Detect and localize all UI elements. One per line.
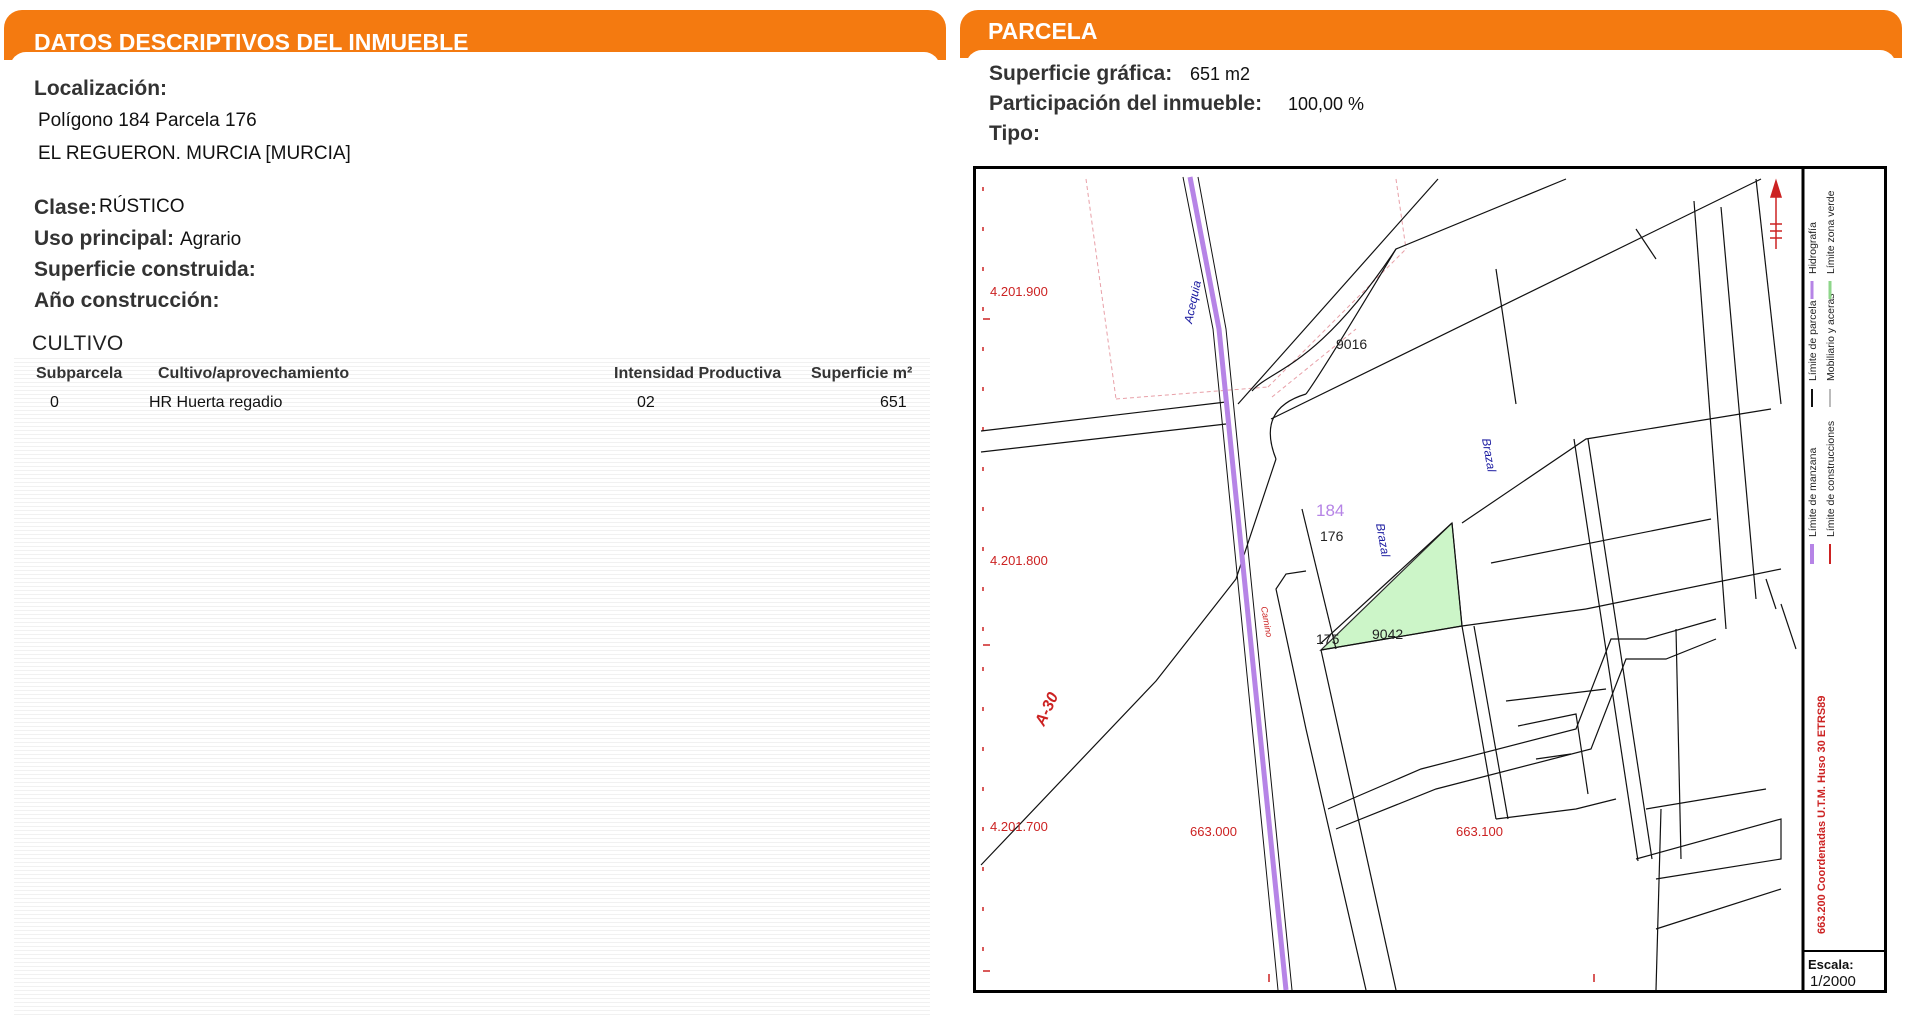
localizacion-line2: EL REGUERON. MURCIA [MURCIA]	[38, 143, 351, 164]
parcela-header: PARCELA	[960, 10, 1902, 70]
superficie-grafica-label: Superficie gráfica:	[989, 62, 1173, 85]
zone-boundary	[1085, 178, 1407, 400]
cell-cultivo: HR Huerta regadio	[149, 394, 283, 411]
localizacion-line1: Polígono 184 Parcela 176	[38, 110, 257, 131]
label-brazal-1: Brazal	[1479, 437, 1499, 473]
crs-text: 663.200 Coordenadas U.T.M. Huso 30 ETRS8…	[1816, 696, 1828, 934]
ycoord-2: 4.201.800	[990, 553, 1048, 568]
superficie-construida-label: Superficie construida:	[34, 258, 256, 281]
superficie-grafica-value: 651 m2	[1190, 64, 1251, 84]
cell-intensidad: 02	[637, 394, 655, 411]
datos-descriptivos-title: DATOS DESCRIPTIVOS DEL INMUEBLE	[34, 29, 469, 55]
x-axis-ticks	[1268, 974, 1595, 982]
ycoord-1: 4.201.900	[990, 284, 1048, 299]
participacion-label: Participación del inmueble:	[989, 92, 1263, 115]
label-brazal-2: Brazal	[1373, 522, 1393, 558]
parcela-title: PARCELA	[988, 18, 1098, 44]
participacion-value: 100,00 %	[1288, 94, 1365, 114]
legend-hidrografia: Hidrografía	[1807, 222, 1819, 274]
cultivo-table	[14, 355, 930, 1017]
localizacion-label: Localización:	[34, 77, 168, 100]
parcel-9016: 9016	[1336, 336, 1367, 352]
clase-value: RÚSTICO	[99, 196, 185, 217]
map-legend: Límite de manzana Límite de construccion…	[1807, 190, 1837, 537]
parcel-175: 175	[1316, 631, 1340, 647]
legend-zona-verde: Límite zona verde	[1825, 190, 1837, 274]
legend-limite-manzana: Límite de manzana	[1807, 448, 1819, 537]
parcel-176: 176	[1320, 528, 1344, 544]
ycoord-3: 4.201.700	[990, 819, 1048, 834]
legend-limite-construcciones: Límite de construcciones	[1825, 421, 1837, 537]
map-svg: 4.201.900 4.201.800 4.201.700 663.000 66…	[980, 169, 1884, 990]
escala-value: 1/2000	[1810, 973, 1856, 990]
tipo-label: Tipo:	[989, 122, 1040, 145]
col-intensidad: Intensidad Productiva	[614, 365, 782, 382]
clase-label: Clase:	[34, 196, 98, 219]
label-acequia: Acequia	[1181, 279, 1204, 326]
anio-construccion-label: Año construcción:	[34, 289, 220, 312]
label-a30: A-30	[1032, 690, 1063, 730]
legend-limite-parcela: Límite de parcela	[1807, 300, 1819, 381]
xcoord-2: 663.100	[1456, 824, 1503, 839]
label-camino: Camino	[1259, 606, 1274, 638]
xcoord-1: 663.000	[1190, 824, 1237, 839]
parcel-184: 184	[1316, 501, 1344, 520]
north-arrow-icon	[1769, 178, 1783, 249]
legend-mobiliario: Mobiliario y aceras	[1825, 293, 1837, 381]
uso-principal-value: Agrario	[180, 229, 242, 250]
cultivo-title: CULTIVO	[32, 332, 124, 355]
cadastral-map[interactable]: 4.201.900 4.201.800 4.201.700 663.000 66…	[973, 166, 1887, 993]
uso-principal-label: Uso principal:	[34, 227, 175, 250]
parcel-9042: 9042	[1372, 626, 1403, 642]
col-subparcela: Subparcela	[36, 365, 123, 382]
col-superficie: Superficie m²	[811, 365, 913, 382]
y-axis-ticks	[982, 187, 990, 972]
cell-subparcela: 0	[50, 394, 59, 411]
escala-label: Escala:	[1808, 957, 1854, 972]
cell-superficie: 651	[880, 394, 907, 411]
datos-descriptivos-header: DATOS DESCRIPTIVOS DEL INMUEBLE	[4, 10, 946, 72]
col-cultivo: Cultivo/aprovechamiento	[158, 365, 350, 382]
